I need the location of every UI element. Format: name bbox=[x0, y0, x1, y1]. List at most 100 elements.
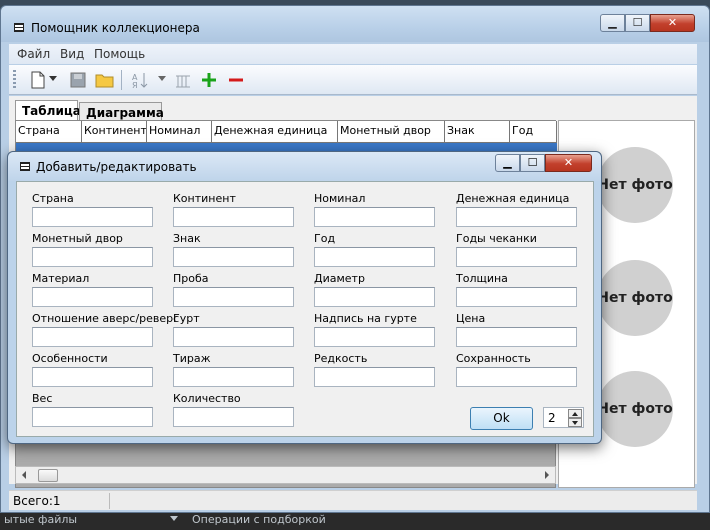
remove-icon[interactable] bbox=[227, 71, 245, 89]
label-material: Материал bbox=[32, 272, 90, 285]
fineness-field[interactable] bbox=[173, 287, 294, 307]
minimize-icon: ▁ bbox=[608, 16, 617, 29]
open-folder-icon[interactable] bbox=[95, 71, 115, 89]
menu-help[interactable]: Помощь bbox=[94, 47, 145, 61]
filter-icon[interactable] bbox=[174, 71, 192, 89]
condition-field[interactable] bbox=[456, 367, 577, 387]
background-text-left: ытые файлы bbox=[4, 513, 78, 526]
mint-field[interactable] bbox=[32, 247, 153, 267]
svg-text:Я: Я bbox=[132, 81, 138, 89]
toolbar: A Я bbox=[9, 65, 697, 95]
mintage-field[interactable] bbox=[173, 367, 294, 387]
status-bar: Всего:1 bbox=[9, 490, 697, 510]
tab-table[interactable]: Таблица bbox=[15, 100, 81, 120]
close-button[interactable]: ✕ bbox=[650, 14, 695, 32]
column-header-year[interactable]: Год bbox=[510, 121, 557, 143]
continent-field[interactable] bbox=[173, 207, 294, 227]
stepper-value[interactable]: 2 bbox=[548, 411, 556, 425]
add-icon[interactable] bbox=[200, 71, 218, 89]
quantity-stepper[interactable]: 2 bbox=[543, 407, 584, 428]
edge-inscription-field[interactable] bbox=[314, 327, 435, 347]
label-fineness: Проба bbox=[173, 272, 209, 285]
label-mint-years: Годы чеканки bbox=[456, 232, 537, 245]
label-diameter: Диаметр bbox=[314, 272, 365, 285]
label-edge: Гурт bbox=[173, 312, 200, 325]
background-text-right: Операции с подборкой bbox=[192, 513, 326, 526]
mark-field[interactable] bbox=[173, 247, 294, 267]
dialog-maximize-button[interactable]: ☐ bbox=[520, 154, 545, 172]
label-thickness: Толщина bbox=[456, 272, 508, 285]
features-field[interactable] bbox=[32, 367, 153, 387]
label-nominal: Номинал bbox=[314, 192, 366, 205]
column-header-mark[interactable]: Знак bbox=[445, 121, 510, 143]
menu-file[interactable]: Файл bbox=[17, 47, 50, 61]
label-mintage: Тираж bbox=[173, 352, 211, 365]
label-edge-inscription: Надпись на гурте bbox=[314, 312, 417, 325]
edge-field[interactable] bbox=[173, 327, 294, 347]
thickness-field[interactable] bbox=[456, 287, 577, 307]
status-total: Всего:1 bbox=[13, 494, 61, 508]
dropdown-arrow-icon[interactable] bbox=[158, 76, 166, 94]
label-continent: Континент bbox=[173, 192, 236, 205]
minimize-icon: ▁ bbox=[503, 156, 512, 169]
sort-icon[interactable]: A Я bbox=[131, 71, 149, 89]
dialog-close-button[interactable]: ✕ bbox=[545, 154, 592, 172]
stepper-up-icon[interactable] bbox=[568, 409, 582, 418]
dropdown-arrow-icon[interactable] bbox=[49, 76, 57, 94]
label-year: Год bbox=[314, 232, 336, 245]
die-axis-field[interactable] bbox=[32, 327, 153, 347]
menu-view[interactable]: Вид bbox=[60, 47, 84, 61]
material-field[interactable] bbox=[32, 287, 153, 307]
weight-field[interactable] bbox=[32, 407, 153, 427]
label-die-axis: Отношение аверс/реверс bbox=[32, 312, 180, 325]
column-header-country[interactable]: Страна bbox=[16, 121, 82, 143]
close-icon: ✕ bbox=[563, 156, 574, 169]
toolbar-grip[interactable] bbox=[13, 70, 16, 90]
dialog-title-bar[interactable]: Добавить/редактировать ▁ ☐ ✕ bbox=[8, 152, 601, 181]
minimize-button[interactable]: ▁ bbox=[600, 14, 625, 32]
label-mark: Знак bbox=[173, 232, 201, 245]
year-field[interactable] bbox=[314, 247, 435, 267]
label-country: Страна bbox=[32, 192, 74, 205]
app-icon bbox=[14, 23, 24, 32]
column-header-mint[interactable]: Монетный двор bbox=[338, 121, 445, 143]
horizontal-scrollbar[interactable] bbox=[15, 466, 556, 484]
ok-button[interactable]: Ok bbox=[470, 407, 533, 430]
photo-placeholder[interactable]: Нет фото bbox=[597, 147, 673, 223]
photo-placeholder[interactable]: Нет фото bbox=[597, 371, 673, 447]
new-document-icon[interactable] bbox=[29, 71, 47, 89]
edit-dialog: Добавить/редактировать ▁ ☐ ✕ Страна Конт… bbox=[7, 151, 602, 444]
nominal-field[interactable] bbox=[314, 207, 435, 227]
diameter-field[interactable] bbox=[314, 287, 435, 307]
price-field[interactable] bbox=[456, 327, 577, 347]
column-header-continent[interactable]: Континент bbox=[82, 121, 147, 143]
tab-chart[interactable]: Диаграмма bbox=[79, 102, 164, 120]
dialog-title: Добавить/редактировать bbox=[36, 160, 197, 174]
table-row[interactable] bbox=[16, 143, 557, 151]
maximize-button[interactable]: ☐ bbox=[625, 14, 650, 32]
label-features: Особенности bbox=[32, 352, 108, 365]
column-header-nominal[interactable]: Номинал bbox=[147, 121, 212, 143]
toolbar-separator bbox=[121, 70, 122, 90]
save-icon[interactable] bbox=[69, 71, 87, 89]
stepper-down-icon[interactable] bbox=[568, 418, 582, 427]
rarity-field[interactable] bbox=[314, 367, 435, 387]
column-header-currency[interactable]: Денежная единица bbox=[212, 121, 338, 143]
mint-years-field[interactable] bbox=[456, 247, 577, 267]
dialog-minimize-button[interactable]: ▁ bbox=[495, 154, 520, 172]
quantity-field[interactable] bbox=[173, 407, 294, 427]
scroll-thumb[interactable] bbox=[38, 469, 58, 482]
country-field[interactable] bbox=[32, 207, 153, 227]
scroll-right-icon[interactable] bbox=[545, 471, 549, 479]
photo-placeholder[interactable]: Нет фото bbox=[597, 260, 673, 336]
maximize-icon: ☐ bbox=[632, 16, 643, 29]
scroll-left-icon[interactable] bbox=[22, 471, 26, 479]
label-weight: Вес bbox=[32, 392, 53, 405]
dialog-body: Страна Континент Номинал Денежная единиц… bbox=[16, 181, 594, 437]
window-title: Помощник коллекционера bbox=[31, 21, 200, 35]
close-icon: ✕ bbox=[667, 16, 678, 29]
currency-field[interactable] bbox=[456, 207, 577, 227]
main-title-bar[interactable]: Помощник коллекционера ▁ ☐ ✕ bbox=[1, 6, 709, 42]
label-currency: Денежная единица bbox=[456, 192, 570, 205]
label-mint: Монетный двор bbox=[32, 232, 123, 245]
